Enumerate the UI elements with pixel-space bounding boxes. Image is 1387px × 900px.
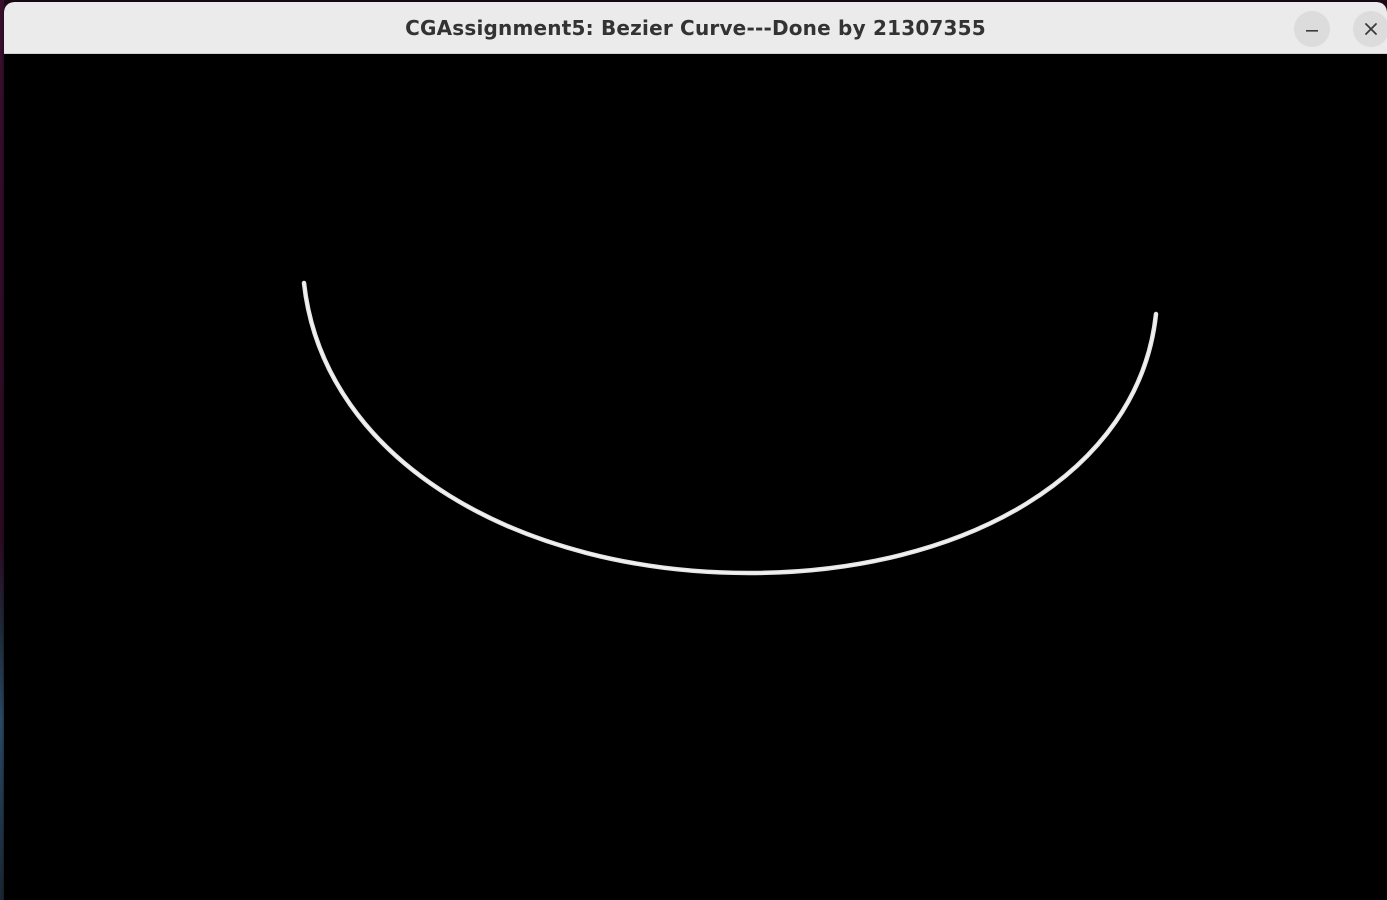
window-titlebar[interactable]: CGAssignment5: Bezier Curve---Done by 21… <box>4 2 1387 54</box>
window-title: CGAssignment5: Bezier Curve---Done by 21… <box>405 16 986 40</box>
close-button[interactable] <box>1353 11 1387 47</box>
desktop: CGAssignment5: Bezier Curve---Done by 21… <box>0 0 1387 900</box>
curve-drawing <box>301 280 1159 576</box>
close-icon <box>1364 22 1378 36</box>
bezier-curve <box>301 280 1159 576</box>
bezier-curve-highlight <box>303 282 1157 574</box>
opengl-canvas[interactable] <box>4 54 1387 900</box>
minimize-icon <box>1305 22 1319 36</box>
minimize-button[interactable] <box>1294 11 1330 47</box>
app-window[interactable]: CGAssignment5: Bezier Curve---Done by 21… <box>4 2 1387 900</box>
